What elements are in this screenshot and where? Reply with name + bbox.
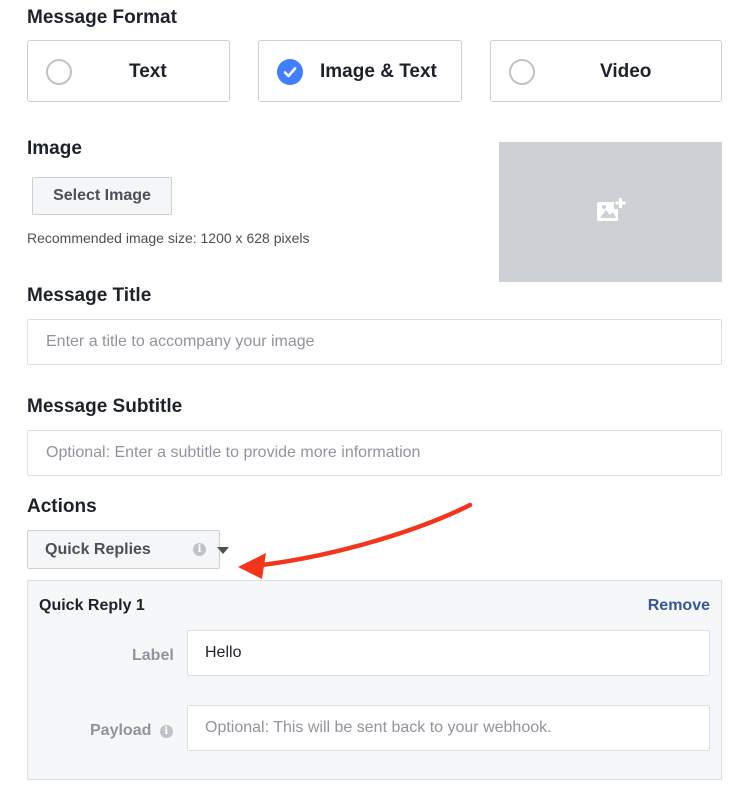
select-image-button[interactable]: Select Image — [32, 177, 172, 215]
image-size-hint: Recommended image size: 1200 x 628 pixel… — [27, 230, 310, 246]
remove-quick-reply-link[interactable]: Remove — [648, 597, 710, 615]
message-subtitle-input[interactable] — [27, 430, 722, 476]
radio-checked-icon[interactable] — [277, 59, 303, 85]
radio-unchecked-icon[interactable] — [46, 59, 72, 85]
message-title-input[interactable] — [27, 319, 722, 365]
message-format-title: Message Format — [27, 7, 177, 28]
image-section-title: Image — [27, 138, 82, 159]
quick-reply-payload-input[interactable] — [187, 705, 710, 751]
format-option-label: Video — [600, 61, 652, 82]
quick-reply-panel: Quick Reply 1 Remove Label Payload i — [27, 580, 722, 780]
format-option-label: Text — [129, 61, 167, 82]
actions-dropdown-value: Quick Replies — [45, 541, 151, 558]
info-icon[interactable]: i — [193, 543, 206, 556]
format-option-label: Image & Text — [320, 61, 437, 82]
info-icon[interactable]: i — [159, 725, 173, 738]
format-option-image-text[interactable]: Image & Text — [258, 40, 462, 102]
image-preview-placeholder[interactable] — [499, 142, 722, 282]
format-option-video[interactable]: Video — [490, 40, 722, 102]
caret-down-icon — [217, 547, 229, 554]
add-image-icon — [597, 197, 626, 221]
quick-reply-title: Quick Reply 1 — [39, 597, 145, 614]
payload-label-text: Payload — [90, 722, 152, 739]
quick-reply-label-caption: Label — [132, 647, 174, 664]
message-subtitle-label: Message Subtitle — [27, 396, 183, 417]
quick-reply-label-input[interactable] — [187, 630, 710, 676]
actions-dropdown[interactable]: Quick Replies i — [27, 530, 229, 569]
quick-reply-payload-caption: Payload i — [90, 722, 173, 740]
actions-title: Actions — [27, 496, 97, 517]
format-option-text[interactable]: Text — [27, 40, 230, 102]
annotation-arrow-icon — [238, 502, 473, 579]
radio-unchecked-icon[interactable] — [509, 59, 535, 85]
message-title-label: Message Title — [27, 285, 152, 306]
